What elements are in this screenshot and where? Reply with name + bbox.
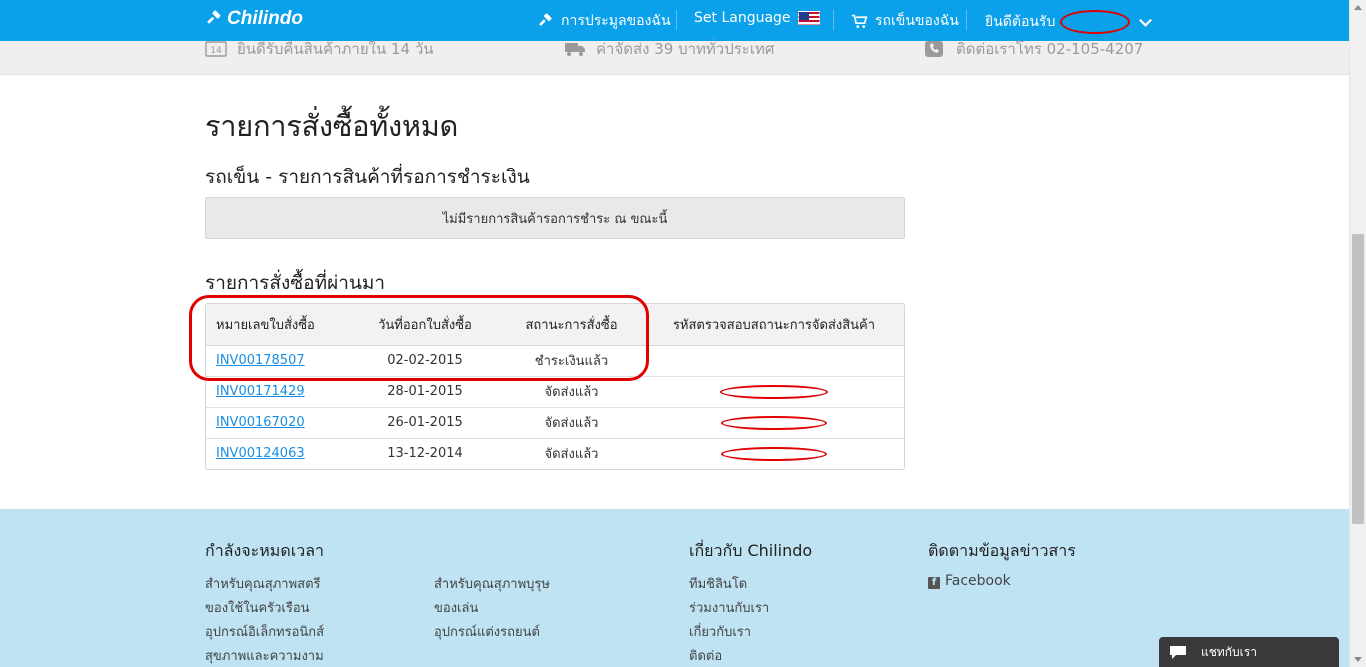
footer-link[interactable]: ของใช้ในครัวเรือน [205, 597, 310, 618]
nav-divider [833, 10, 834, 30]
nav-divider [676, 10, 677, 30]
footer-link[interactable]: เกี่ยวกับเรา [689, 621, 751, 642]
table-row: INV00171429 28-01-2015 จัดส่งแล้ว [206, 375, 904, 407]
info-strip: 14 ยินดีรับคืนสินค้าภายใน 14 วัน ค่าจัดส… [0, 40, 1349, 75]
footer-ending-soon-title: กำลังจะหมดเวลา [205, 541, 324, 560]
footer-about-title: เกี่ยวกับ Chilindo [689, 541, 813, 560]
set-language-button[interactable]: Set Language [694, 10, 820, 26]
welcome-label: ยินดีต้อนรับ [985, 14, 1056, 30]
my-auctions-label: การประมูลของฉัน [561, 13, 671, 29]
my-auctions-link[interactable]: การประมูลของฉัน [537, 10, 671, 32]
phone-icon [925, 41, 943, 57]
contact-info: ติดต่อเราโทร 02-105-4207 [924, 40, 1143, 58]
cart-empty-text: ไม่มีรายการสินค้ารอการชำระ ณ ขณะนี้ [442, 211, 668, 227]
table-row: INV00167020 26-01-2015 จัดส่งแล้ว [206, 406, 904, 438]
redacted-username-mark [1060, 10, 1131, 34]
footer-link[interactable]: ทีมชิลินโด [689, 573, 747, 594]
chilindo-logo[interactable]: Chilindo [205, 8, 303, 30]
returns-text: ยินดีรับคืนสินค้าภายใน 14 วัน [237, 40, 434, 58]
gavel-icon [539, 12, 552, 26]
footer-link[interactable]: ร่วมงานกับเรา [689, 597, 769, 618]
shipping-text: ค่าจัดส่ง 39 บาททั่วประเทศ [596, 40, 775, 58]
scroll-up-arrow-icon[interactable] [1354, 5, 1362, 10]
tracking-code [644, 406, 904, 438]
order-date: 28-01-2015 [351, 375, 499, 407]
gavel-icon [207, 10, 221, 24]
order-date: 26-01-2015 [351, 406, 499, 438]
footer-link[interactable]: สำหรับคุณสุภาพบุรุษ [434, 573, 550, 594]
us-flag-icon [797, 11, 820, 25]
order-date: 13-12-2014 [351, 437, 499, 469]
footer-link[interactable]: ของเล่น [434, 597, 478, 618]
column-header-status: สถานะการสั่งซื้อ [499, 304, 644, 346]
cart-empty-message: ไม่มีรายการสินค้ารอการชำระ ณ ขณะนี้ [205, 197, 905, 239]
returns-info: 14 ยินดีรับคืนสินค้าภายใน 14 วัน [205, 40, 434, 58]
redacted-tracking-mark [721, 446, 827, 461]
contact-text: ติดต่อเราโทร 02-105-4207 [956, 40, 1144, 58]
facebook-label: Facebook [945, 573, 1011, 589]
site-footer: กำลังจะหมดเวลา สำหรับคุณสุภาพสตรี ของใช้… [0, 509, 1349, 667]
cart-heading: รถเข็น - รายการสินค้าที่รอการชำระเงิน [205, 166, 530, 188]
order-date: 02-02-2015 [387, 353, 463, 368]
facebook-link[interactable]: f Facebook [928, 573, 1011, 589]
chat-bubble-icon [1170, 646, 1186, 659]
chat-label: แชทกับเรา [1201, 644, 1257, 659]
table-header-row: หมายเลขใบสั่งซื้อ วันที่ออกใบสั่งซื้อ สถ… [206, 304, 904, 346]
chat-widget-button[interactable]: แชทกับเรา [1159, 637, 1339, 667]
footer-follow-title: ติดตามข้อมูลข่าวสาร [928, 541, 1076, 560]
scrollbar-thumb[interactable] [1352, 234, 1364, 524]
footer-link[interactable]: อุปกรณ์แต่งรถยนต์ [434, 621, 540, 642]
invoice-link[interactable]: INV00178507 [216, 353, 305, 368]
calendar-icon: 14 [205, 41, 227, 57]
table-row: INV00124063 13-12-2014 จัดส่งแล้ว [206, 437, 904, 469]
orders-table: หมายเลขใบสั่งซื้อ วันที่ออกใบสั่งซื้อ สถ… [205, 303, 905, 470]
order-status: จัดส่งแล้ว [499, 406, 644, 438]
column-header-invoice: หมายเลขใบสั่งซื้อ [206, 304, 351, 346]
invoice-link[interactable]: INV00167020 [216, 415, 305, 430]
tracking-code [644, 437, 904, 469]
logo-text: Chilindo [227, 8, 303, 29]
order-status: จัดส่งแล้ว [499, 437, 644, 469]
order-status: จัดส่งแล้ว [499, 375, 644, 407]
tracking-code [644, 345, 904, 376]
order-history-heading: รายการสั่งซื้อที่ผ่านมา [205, 272, 386, 294]
account-menu[interactable]: ยินดีต้อนรับ [985, 10, 1154, 34]
my-cart-label: รถเข็นของฉัน [875, 13, 959, 29]
my-cart-link[interactable]: รถเข็นของฉัน [851, 10, 959, 32]
vertical-scrollbar[interactable] [1349, 0, 1366, 667]
shipping-info: ค่าจัดส่ง 39 บาททั่วประเทศ [564, 40, 774, 58]
page-title: รายการสั่งซื้อทั้งหมด [205, 109, 459, 143]
column-header-tracking: รหัสตรวจสอบสถานะการจัดส่งสินค้า [644, 304, 904, 346]
footer-link[interactable]: สุขภาพและความงาม [205, 645, 324, 666]
order-status: ชำระเงินแล้ว [534, 354, 609, 369]
cart-icon [851, 14, 868, 28]
calendar-number: 14 [210, 46, 222, 56]
truck-icon [565, 43, 585, 56]
redacted-tracking-mark [720, 384, 828, 399]
scroll-down-arrow-icon[interactable] [1354, 657, 1362, 662]
footer-link[interactable]: ติดต่อ [689, 645, 722, 666]
column-header-date: วันที่ออกใบสั่งซื้อ [351, 304, 499, 346]
table-row: INV00178507 02-02-2015 ชำระเงินแล้ว [206, 345, 904, 376]
footer-link[interactable]: สำหรับคุณสุภาพสตรี [205, 573, 321, 594]
invoice-link[interactable]: INV00171429 [216, 384, 305, 399]
tracking-code [644, 375, 904, 407]
redacted-tracking-mark [721, 415, 827, 430]
set-language-label: Set Language [694, 10, 791, 26]
nav-divider [966, 10, 967, 30]
invoice-link[interactable]: INV00124063 [216, 446, 305, 461]
footer-link[interactable]: อุปกรณ์อิเล็กทรอนิกส์ [205, 621, 324, 642]
top-navbar: Chilindo การประมูลของฉัน Set Language รถ… [0, 0, 1349, 41]
chevron-down-icon [1139, 18, 1153, 27]
facebook-icon: f [928, 577, 940, 589]
